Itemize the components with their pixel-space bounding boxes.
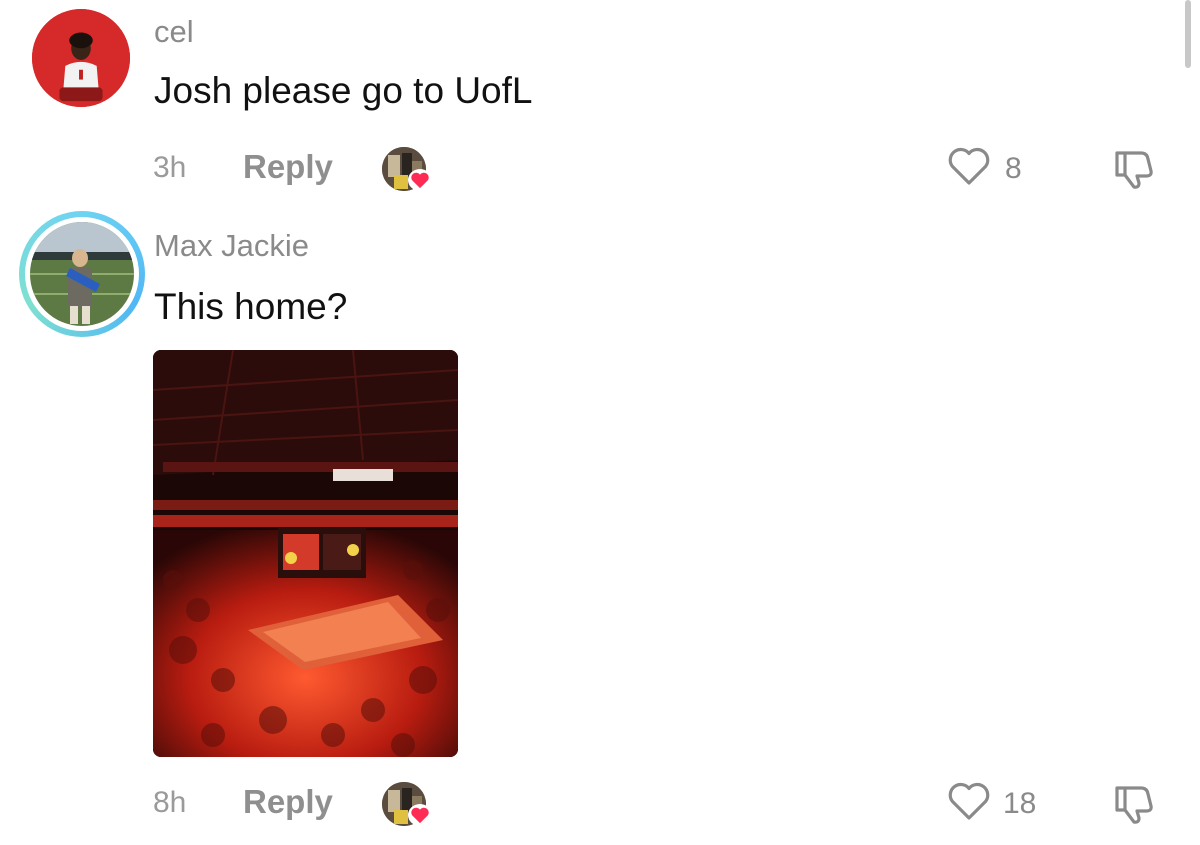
like-count: 18 — [1003, 787, 1037, 820]
comment-actions: 8h Reply 18 — [0, 778, 1200, 828]
user-avatar[interactable] — [32, 9, 130, 107]
comment-time: 3h — [153, 151, 187, 184]
like-count: 8 — [1005, 152, 1022, 185]
comment-actions: 3h Reply 8 — [0, 143, 1200, 193]
comment-item: cel Josh please go to UofL 3h Reply 8 — [0, 0, 1200, 205]
dislike-button[interactable] — [1111, 780, 1157, 826]
comment-text: This home? — [154, 286, 348, 327]
reply-button[interactable]: Reply — [243, 148, 333, 186]
user-avatar[interactable] — [30, 222, 134, 326]
like-button[interactable] — [947, 145, 991, 187]
comment-username[interactable]: Max Jackie — [154, 228, 309, 264]
comment-item: Max Jackie This home? 8h Reply 18 — [0, 205, 1200, 845]
comment-text: Josh please go to UofL — [154, 70, 533, 111]
like-button[interactable] — [947, 780, 991, 822]
dislike-button[interactable] — [1111, 145, 1157, 191]
creator-liked-badge — [382, 782, 432, 828]
creator-liked-badge — [382, 147, 432, 193]
reply-button[interactable]: Reply — [243, 783, 333, 821]
thumbs-down-icon — [1115, 151, 1153, 189]
thumbs-down-icon — [1115, 786, 1153, 824]
heart-outline-icon — [948, 782, 990, 820]
comments-list: cel Josh please go to UofL 3h Reply 8 Ma… — [0, 0, 1200, 845]
comment-username[interactable]: cel — [154, 14, 194, 50]
comment-photo[interactable] — [153, 350, 458, 757]
heart-badge-icon — [408, 804, 432, 826]
comment-time: 8h — [153, 786, 187, 819]
heart-badge-icon — [408, 169, 432, 191]
heart-outline-icon — [948, 147, 990, 185]
